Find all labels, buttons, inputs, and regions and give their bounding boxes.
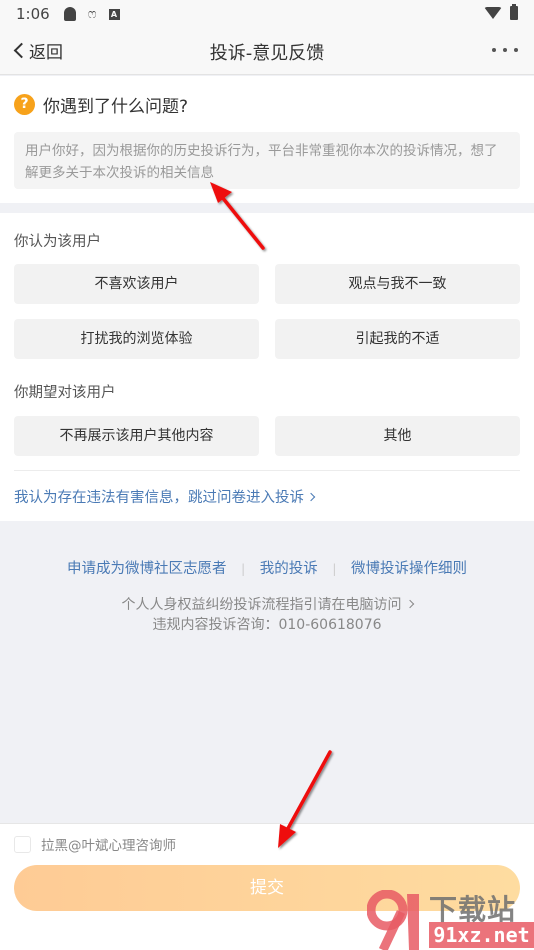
status-time: 1:06 xyxy=(16,5,50,23)
question-mark-icon: ? xyxy=(14,94,35,115)
my-complaints-link[interactable]: 我的投诉 xyxy=(260,561,318,577)
volunteer-link[interactable]: 申请成为微博社区志愿者 xyxy=(67,561,227,577)
footer-info: 个人人身权益纠纷投诉流程指引请在电脑访问 违规内容投诉咨询：010-606180… xyxy=(0,595,534,635)
status-right-icons xyxy=(484,4,518,20)
option-other[interactable]: 其他 xyxy=(275,416,520,456)
group2-label: 你期望对该用户 xyxy=(14,385,116,401)
battery-charging-icon xyxy=(510,4,518,20)
question-description: 用户你好，因为根据你的历史投诉行为，平台非常重视你本次的投诉情况，想了解更多关于… xyxy=(14,132,520,189)
chevron-right-icon xyxy=(306,492,316,502)
block-user-checkbox[interactable] xyxy=(14,835,31,853)
nav-bar: 返回 投诉-意见反馈 xyxy=(0,28,534,75)
option-disturb-browsing[interactable]: 打扰我的浏览体验 xyxy=(14,319,259,359)
question-title: 你遇到了什么问题? xyxy=(43,97,189,117)
question-header: ? 你遇到了什么问题? xyxy=(14,92,188,117)
weibo-notification-icon: ෆ xyxy=(87,6,97,22)
option-cause-discomfort[interactable]: 引起我的不适 xyxy=(275,319,520,359)
qq-notification-icon xyxy=(63,7,76,21)
divider xyxy=(14,470,520,471)
personal-rights-guide-link[interactable]: 个人人身权益纠纷投诉流程指引请在电脑访问 xyxy=(0,595,534,615)
hotline-text: 违规内容投诉咨询：010-60618076 xyxy=(152,617,382,633)
option-hide-user-content[interactable]: 不再展示该用户其他内容 xyxy=(14,416,259,456)
skip-to-complaint-link[interactable]: 我认为存在违法有害信息，跳过问卷进入投诉 xyxy=(14,486,316,507)
link-separator: | xyxy=(332,562,337,576)
wifi-icon xyxy=(484,7,502,19)
link-separator: | xyxy=(241,562,246,576)
skip-link-label: 我认为存在违法有害信息，跳过问卷进入投诉 xyxy=(14,490,304,506)
a-notification-icon: A xyxy=(108,8,120,20)
footer-links: 申请成为微博社区志愿者 | 我的投诉 | 微博投诉操作细则 xyxy=(0,557,534,578)
block-user-checkbox-row[interactable]: 拉黑@叶斌心理咨询师 xyxy=(14,834,176,854)
question-section: ? 你遇到了什么问题? 用户你好，因为根据你的历史投诉行为，平台非常重视你本次的… xyxy=(0,76,534,203)
bottom-bar: 拉黑@叶斌心理咨询师 提交 xyxy=(0,823,534,950)
page-title: 投诉-意见反馈 xyxy=(209,43,325,64)
more-icon[interactable] xyxy=(492,48,518,52)
group1-label: 你认为该用户 xyxy=(14,234,101,250)
option-dislike-user[interactable]: 不喜欢该用户 xyxy=(14,264,259,304)
option-disagree-view[interactable]: 观点与我不一致 xyxy=(275,264,520,304)
block-user-label: 拉黑@叶斌心理咨询师 xyxy=(41,838,176,854)
guide-label: 个人人身权益纠纷投诉流程指引请在电脑访问 xyxy=(121,597,402,613)
submit-button[interactable]: 提交 xyxy=(14,865,520,911)
status-bar: 1:06 ෆ A xyxy=(0,0,534,28)
complaint-rules-link[interactable]: 微博投诉操作细则 xyxy=(351,561,467,577)
options-section: 你认为该用户 不喜欢该用户 观点与我不一致 打扰我的浏览体验 引起我的不适 你期… xyxy=(0,213,534,521)
chevron-right-icon xyxy=(405,599,414,609)
